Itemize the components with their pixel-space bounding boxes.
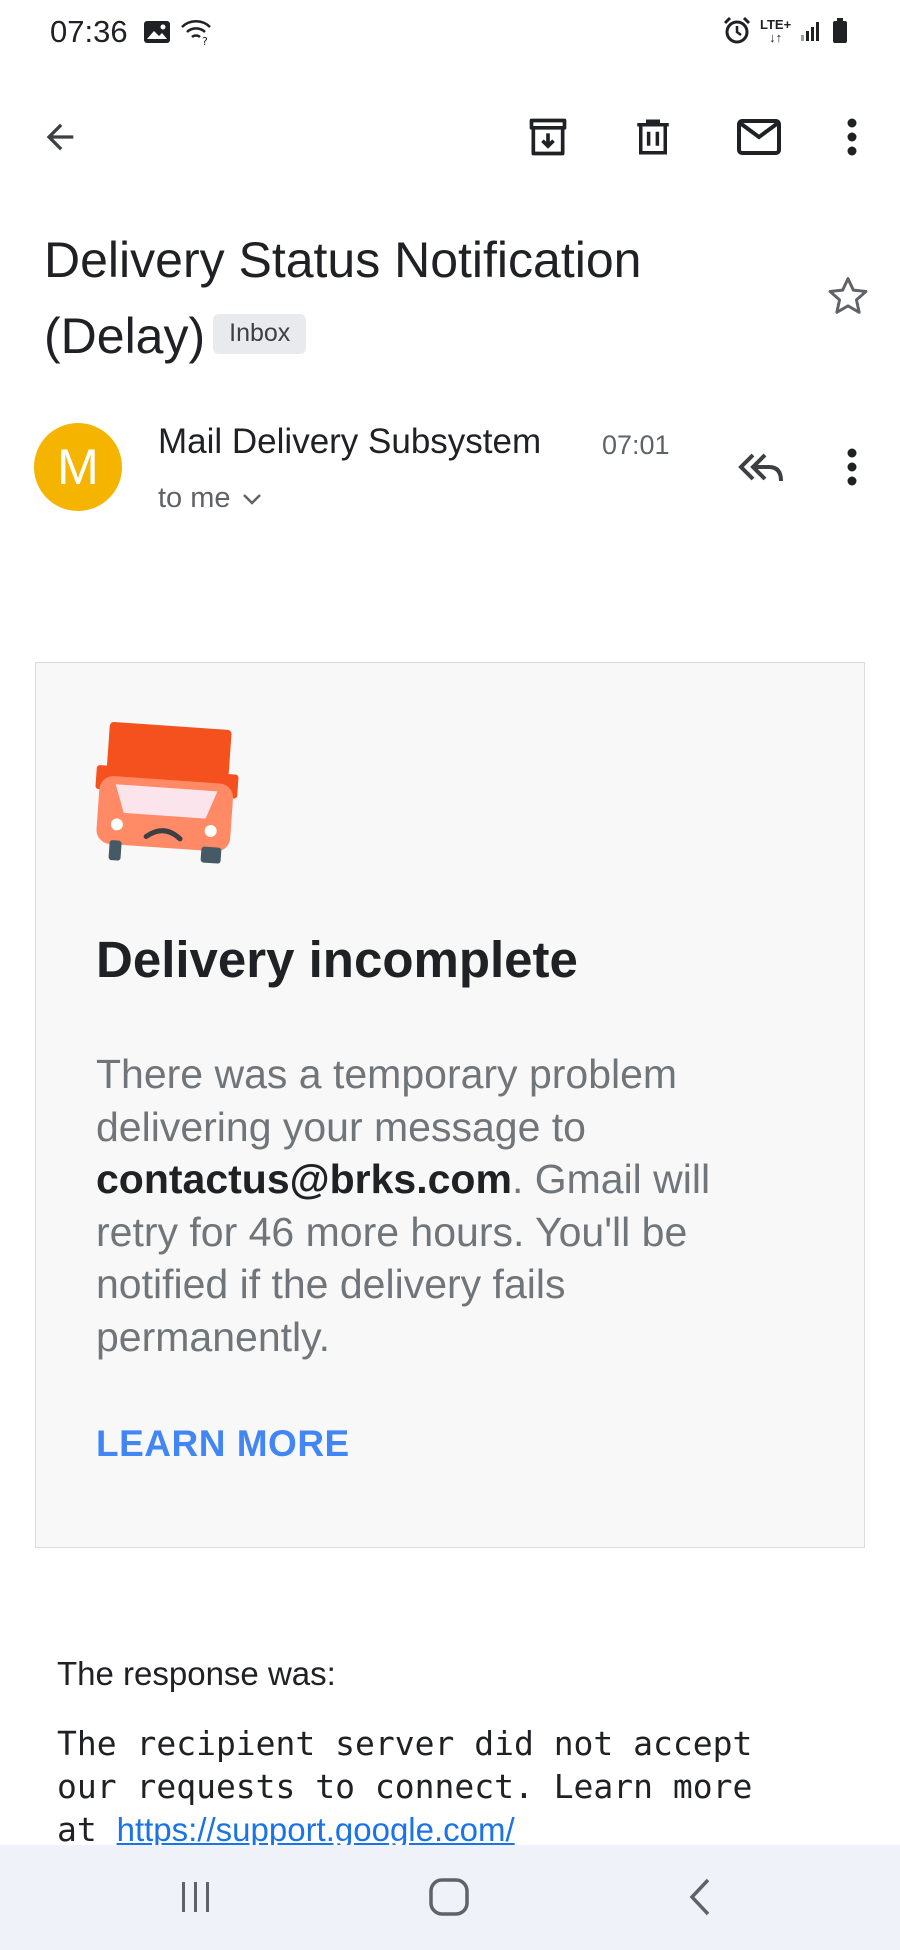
recipient-details-toggle[interactable]: to me bbox=[158, 482, 263, 515]
signal-icon bbox=[799, 19, 823, 43]
sender-avatar[interactable]: M bbox=[34, 423, 122, 511]
recipient-label: to me bbox=[158, 482, 231, 514]
response-label: The response was: bbox=[57, 1655, 336, 1692]
mark-unread-button[interactable] bbox=[727, 105, 791, 169]
back-button[interactable] bbox=[28, 105, 92, 169]
message-more-button[interactable] bbox=[820, 435, 884, 499]
response-text: The recipient server did not accept our … bbox=[57, 1722, 857, 1851]
more-options-button[interactable] bbox=[820, 105, 884, 169]
reply-all-button[interactable] bbox=[728, 435, 792, 499]
recents-button[interactable] bbox=[176, 1878, 216, 1916]
wifi-icon: ? bbox=[180, 18, 212, 46]
lte-icon: LTE+ ↓↑ bbox=[760, 17, 792, 45]
more-options-icon bbox=[846, 117, 858, 157]
home-icon bbox=[427, 1876, 471, 1918]
home-button[interactable] bbox=[427, 1876, 471, 1918]
alarm-icon bbox=[722, 16, 752, 46]
image-icon bbox=[143, 20, 171, 44]
delete-icon bbox=[632, 116, 674, 158]
archive-button[interactable] bbox=[516, 105, 580, 169]
back-nav-icon bbox=[686, 1876, 716, 1918]
archive-icon bbox=[526, 115, 570, 159]
mark-unread-icon bbox=[735, 117, 783, 157]
svg-text:?: ? bbox=[202, 35, 208, 46]
back-icon bbox=[40, 117, 80, 157]
sad-truck-icon bbox=[93, 720, 245, 872]
delete-button[interactable] bbox=[621, 105, 685, 169]
more-options-icon bbox=[846, 447, 858, 487]
learn-more-link[interactable]: LEARN MORE bbox=[96, 1423, 350, 1465]
subject-text: Delivery Status Notification (Delay) bbox=[44, 232, 642, 364]
card-title: Delivery incomplete bbox=[96, 931, 578, 988]
status-time: 07:36 bbox=[50, 14, 128, 49]
chevron-down-icon bbox=[241, 492, 263, 506]
battery-icon bbox=[831, 17, 849, 45]
inbox-label-chip[interactable]: Inbox bbox=[213, 313, 307, 354]
card-body-intro: There was a temporary problem delivering… bbox=[96, 1051, 678, 1150]
network-type-label: LTE+ bbox=[760, 17, 792, 32]
sender-name: Mail Delivery Subsystem bbox=[158, 422, 542, 461]
reply-all-icon bbox=[735, 447, 785, 487]
sent-time: 07:01 bbox=[602, 430, 670, 460]
support-link[interactable]: https://support.google.com/ bbox=[117, 1811, 515, 1848]
star-icon bbox=[826, 274, 870, 318]
recipient-email: contactus@brks.com bbox=[96, 1156, 512, 1202]
email-subject: Delivery Status Notification (Delay) Inbo… bbox=[44, 222, 814, 374]
star-button[interactable] bbox=[816, 264, 880, 328]
back-nav-button[interactable] bbox=[686, 1876, 716, 1918]
recents-icon bbox=[176, 1878, 216, 1916]
card-body: There was a temporary problem delivering… bbox=[96, 1048, 796, 1363]
